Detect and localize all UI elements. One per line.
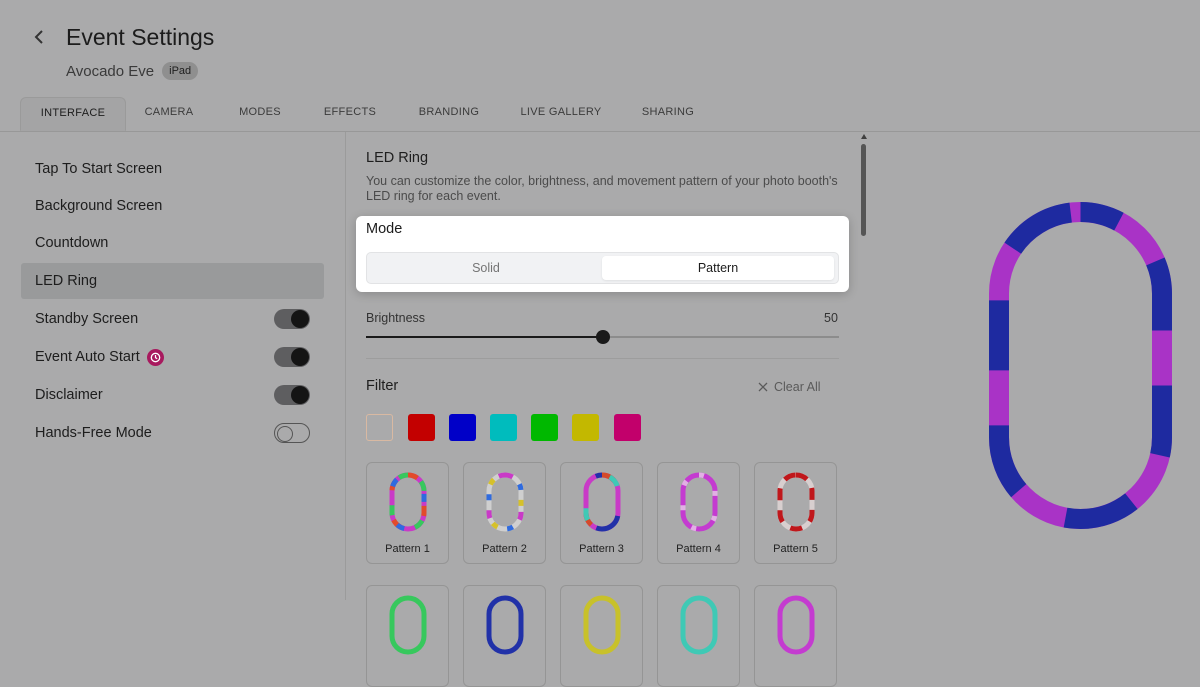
close-icon — [758, 382, 768, 392]
led-ring-panel: LED Ring You can customize the color, br… — [346, 132, 868, 687]
sidebar-item-event-auto-start[interactable]: Event Auto Start — [21, 339, 324, 375]
pattern-card-4[interactable]: Pattern 4 — [657, 462, 740, 564]
brightness-label: Brightness — [366, 311, 426, 325]
sidebar-item-standby-screen[interactable]: Standby Screen — [21, 301, 324, 337]
pattern-label: Pattern 2 — [482, 543, 527, 555]
pattern-card-5[interactable]: Pattern 5 — [754, 462, 837, 564]
sidebar-item-label: Background Screen — [35, 198, 163, 214]
sidebar-item-countdown[interactable]: Countdown — [21, 225, 324, 261]
pattern-2-ring-icon — [486, 472, 524, 532]
event-subtitle: Avocado Eve iPad — [66, 62, 199, 80]
sidebar-item-label: Countdown — [35, 235, 109, 251]
pattern-5-ring-icon — [777, 472, 815, 532]
sidebar-item-label: Tap To Start Screen — [35, 161, 163, 177]
disclaimer-toggle[interactable] — [274, 385, 310, 405]
pattern-6-ring-icon — [389, 595, 427, 655]
toggle-knob — [277, 425, 293, 442]
sidebar-item-background-screen[interactable]: Background Screen — [21, 188, 324, 224]
tab-camera[interactable]: CAMERA — [130, 97, 208, 131]
pattern-1-ring-icon — [389, 472, 427, 532]
chevron-left-icon — [34, 30, 43, 44]
pattern-card-7[interactable] — [463, 585, 546, 687]
sidebar-item-label: Hands-Free Mode — [35, 425, 152, 441]
tab-interface[interactable]: INTERFACE — [20, 97, 126, 131]
color-swatch-blue[interactable] — [449, 414, 476, 441]
pattern-4-ring-icon — [680, 472, 718, 532]
pattern-card-8[interactable] — [560, 585, 643, 687]
mode-card: Mode Solid Pattern — [356, 216, 849, 292]
sidebar-item-led-ring[interactable]: LED Ring — [21, 263, 324, 299]
led-ring-description: You can customize the color, brightness,… — [366, 174, 838, 203]
color-swatch-red[interactable] — [408, 414, 435, 441]
pattern-label: Pattern 5 — [773, 543, 818, 555]
pattern-card-3[interactable]: Pattern 3 — [560, 462, 643, 564]
pattern-card-1[interactable]: Pattern 1 — [366, 462, 449, 564]
sidebar-item-hands-free-mode[interactable]: Hands-Free Mode — [21, 415, 324, 451]
toggle-knob — [291, 310, 309, 328]
event-auto-start-toggle[interactable] — [274, 347, 310, 367]
pattern-card-9[interactable] — [657, 585, 740, 687]
brightness-slider[interactable] — [366, 330, 839, 344]
clear-all-label: Clear All — [774, 380, 821, 394]
sidebar-item-tap-to-start[interactable]: Tap To Start Screen — [21, 151, 324, 187]
pattern-label: Pattern 4 — [676, 543, 721, 555]
back-button[interactable] — [28, 26, 50, 48]
brightness-value: 50 — [824, 311, 838, 325]
pattern-8-ring-icon — [583, 595, 621, 655]
pattern-9-ring-icon — [680, 595, 718, 655]
pattern-7-ring-icon — [486, 595, 524, 655]
panel-scrollbar[interactable] — [859, 132, 868, 600]
mode-title: Mode — [366, 221, 403, 237]
settings-tabs: INTERFACE CAMERA MODES EFFECTS BRANDING … — [0, 97, 1200, 132]
pattern-card-6[interactable] — [366, 585, 449, 687]
sidebar-item-disclaimer[interactable]: Disclaimer — [21, 377, 324, 413]
brightness-slider-fill — [366, 336, 603, 338]
sidebar-item-label: Disclaimer — [35, 387, 103, 403]
color-swatch-white[interactable] — [366, 414, 393, 441]
tab-effects[interactable]: EFFECTS — [312, 97, 388, 131]
color-swatch-yellow[interactable] — [572, 414, 599, 441]
scroll-up-arrow-icon[interactable] — [861, 134, 867, 139]
mode-option-solid[interactable]: Solid — [370, 256, 602, 280]
clear-all-button[interactable]: Clear All — [758, 380, 821, 394]
pattern-10-ring-icon — [777, 595, 815, 655]
hands-free-mode-toggle[interactable] — [274, 423, 310, 443]
page-title: Event Settings — [66, 24, 215, 50]
brightness-slider-thumb[interactable] — [595, 330, 610, 344]
color-swatch-magenta[interactable] — [614, 414, 641, 441]
filter-title: Filter — [366, 378, 399, 394]
tab-live-gallery[interactable]: LIVE GALLERY — [510, 97, 612, 131]
sidebar-item-label: Standby Screen — [35, 311, 139, 327]
tab-branding[interactable]: BRANDING — [404, 97, 494, 131]
tab-modes[interactable]: MODES — [222, 97, 298, 131]
toggle-knob — [291, 386, 309, 404]
pattern-card-10[interactable] — [754, 585, 837, 687]
section-divider — [366, 358, 839, 359]
toggle-knob — [291, 348, 309, 366]
color-swatch-cyan[interactable] — [490, 414, 517, 441]
scrollbar-thumb[interactable] — [861, 144, 866, 236]
color-swatch-green[interactable] — [531, 414, 558, 441]
standby-screen-toggle[interactable] — [274, 309, 310, 329]
mode-option-pattern[interactable]: Pattern — [602, 256, 834, 280]
pattern-label: Pattern 3 — [579, 543, 624, 555]
settings-sidebar: Tap To Start Screen Background Screen Co… — [0, 132, 346, 600]
pattern-3-ring-icon — [583, 472, 621, 532]
event-name: Avocado Eve — [66, 62, 155, 80]
pattern-label: Pattern 1 — [385, 543, 430, 555]
sidebar-item-label: LED Ring — [35, 273, 98, 289]
clock-icon — [146, 348, 164, 366]
sidebar-item-label: Event Auto Start — [35, 349, 140, 365]
led-ring-preview — [869, 132, 1200, 600]
device-badge: iPad — [162, 62, 199, 80]
pattern-card-2[interactable]: Pattern 2 — [463, 462, 546, 564]
tab-sharing[interactable]: SHARING — [628, 97, 708, 131]
mode-segmented-control: Solid Pattern — [366, 252, 839, 284]
led-ring-title: LED Ring — [366, 150, 429, 166]
led-ring-preview-graphic — [989, 202, 1172, 529]
